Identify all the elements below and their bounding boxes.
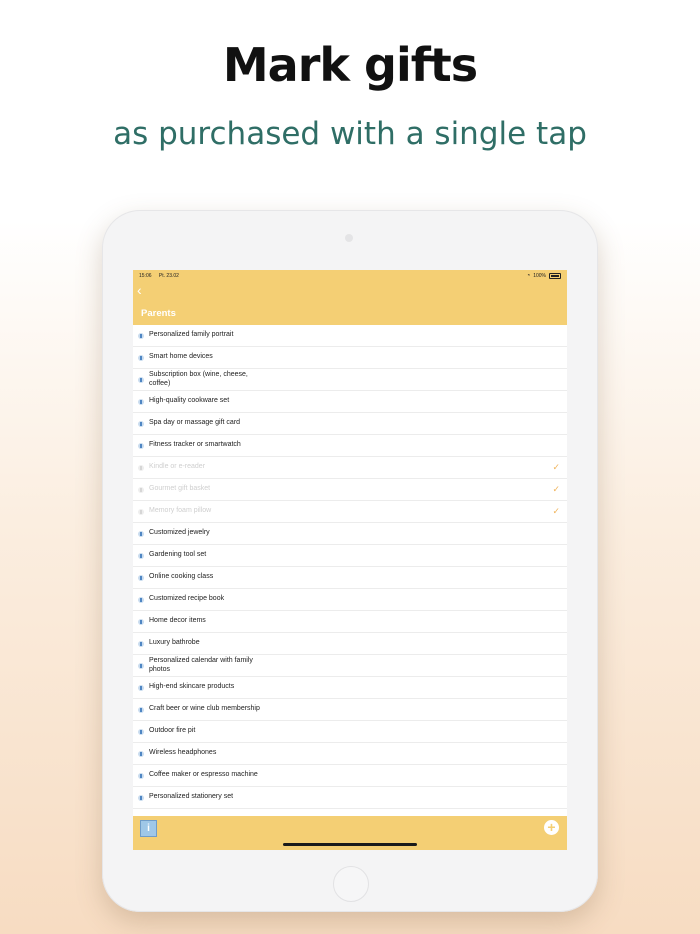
gift-row[interactable]: Gourmet gift basket ✓ [133, 479, 567, 501]
gift-label: Spa day or massage gift card [149, 419, 241, 427]
gift-row[interactable]: Luxury bathrobe [133, 633, 567, 655]
gift-icon [138, 728, 144, 735]
gift-row[interactable]: Craft beer or wine club membership [133, 699, 567, 721]
home-button [333, 866, 369, 902]
gift-row[interactable]: Customized recipe book [133, 589, 567, 611]
headline: Mark gifts [222, 38, 478, 92]
gift-row[interactable]: Customized jewelry [133, 523, 567, 545]
gift-row[interactable]: Online cooking class [133, 567, 567, 589]
gift-label: Smart home devices [149, 353, 213, 361]
battery-icon [549, 273, 561, 279]
gift-label: Customized jewelry [149, 529, 210, 537]
gift-row[interactable]: Personalized family portrait [133, 325, 567, 347]
gift-icon [138, 772, 144, 779]
gift-icon [138, 596, 144, 603]
gift-label: Outdoor fire pit [149, 727, 196, 735]
gift-label: Online cooking class [149, 573, 214, 581]
gift-icon [138, 684, 144, 691]
home-indicator [283, 843, 417, 846]
nav-title: Parents [141, 308, 176, 319]
gift-row[interactable]: Personalized calendar with family photos [133, 655, 567, 677]
gift-icon [138, 508, 144, 515]
gift-icon [138, 662, 144, 669]
app-screen: 15:06 Pt. 23.02 ◔ 100% ‹ Parents Persona… [133, 270, 567, 850]
wifi-icon: ◔ [526, 273, 531, 279]
gift-row[interactable]: Fitness tracker or smartwatch [133, 435, 567, 457]
gift-row[interactable]: Gardening tool set [133, 545, 567, 567]
gift-row[interactable]: Memory foam pillow ✓ [133, 501, 567, 523]
gift-label: High-quality cookware set [149, 397, 230, 405]
gift-icon [138, 486, 144, 493]
gift-row[interactable]: Kindle or e-reader ✓ [133, 457, 567, 479]
gift-label: Personalized calendar with family photos [149, 657, 253, 673]
status-time: 15:06 [139, 273, 152, 279]
gift-icon [138, 750, 144, 757]
gift-label: Home decor items [149, 617, 206, 625]
gift-list: Personalized family portrait Smart home d… [133, 325, 567, 809]
gift-row[interactable]: High-end skincare products [133, 677, 567, 699]
subline: as purchased with a single tap [113, 116, 587, 152]
gift-icon [138, 420, 144, 427]
gift-icon [138, 464, 144, 471]
gift-label: Coffee maker or espresso machine [149, 771, 258, 779]
add-gift-button[interactable]: + [544, 820, 559, 835]
status-date: Pt. 23.02 [158, 273, 179, 279]
gift-label: Luxury bathrobe [149, 639, 200, 647]
gift-label: Craft beer or wine club membership [149, 705, 260, 713]
gift-row[interactable]: Smart home devices [133, 347, 567, 369]
bottom-toolbar: i + [133, 816, 567, 850]
gift-icon [138, 332, 144, 339]
gift-icon [138, 706, 144, 713]
checkmark-icon: ✓ [552, 462, 560, 472]
gift-label: Customized recipe book [149, 595, 225, 603]
gift-label: High-end skincare products [149, 683, 235, 691]
gift-label: Kindle or e-reader [149, 463, 206, 471]
back-chevron-icon[interactable]: ‹ [137, 283, 151, 297]
gift-icon [138, 640, 144, 647]
gift-icon [138, 530, 144, 537]
gift-row[interactable]: Personalized stationery set [133, 787, 567, 809]
gift-icon [138, 618, 144, 625]
gift-row[interactable]: High-quality cookware set [133, 391, 567, 413]
battery-percent: 100% [533, 273, 546, 279]
gift-row[interactable]: Outdoor fire pit [133, 721, 567, 743]
gift-label: Subscription box (wine, cheese, coffee) [149, 371, 248, 387]
gift-label: Gardening tool set [149, 551, 207, 559]
gift-row[interactable]: Subscription box (wine, cheese, coffee) [133, 369, 567, 391]
gift-icon [138, 574, 144, 581]
status-bar: 15:06 Pt. 23.02 ◔ 100% [139, 272, 561, 280]
gift-label: Wireless headphones [149, 749, 217, 757]
gift-icon [138, 442, 144, 449]
gift-icon [138, 552, 144, 559]
gift-icon [138, 794, 144, 801]
gift-icon [138, 354, 144, 361]
checkmark-icon: ✓ [552, 484, 560, 494]
gift-row[interactable]: Coffee maker or espresso machine [133, 765, 567, 787]
gift-icon [138, 398, 144, 405]
gift-icon [138, 376, 144, 383]
gift-label: Personalized family portrait [149, 331, 234, 339]
gift-row[interactable]: Spa day or massage gift card [133, 413, 567, 435]
gift-label: Personalized stationery set [149, 793, 234, 801]
gift-row[interactable]: Home decor items [133, 611, 567, 633]
checkmark-icon: ✓ [552, 506, 560, 516]
nav-header: 15:06 Pt. 23.02 ◔ 100% ‹ Parents [133, 270, 567, 325]
gift-row[interactable]: Wireless headphones [133, 743, 567, 765]
info-button[interactable]: i [140, 820, 157, 837]
camera-dot [345, 234, 353, 242]
gift-label: Gourmet gift basket [149, 485, 211, 493]
gift-label: Fitness tracker or smartwatch [149, 441, 241, 449]
gift-label: Memory foam pillow [149, 507, 212, 515]
